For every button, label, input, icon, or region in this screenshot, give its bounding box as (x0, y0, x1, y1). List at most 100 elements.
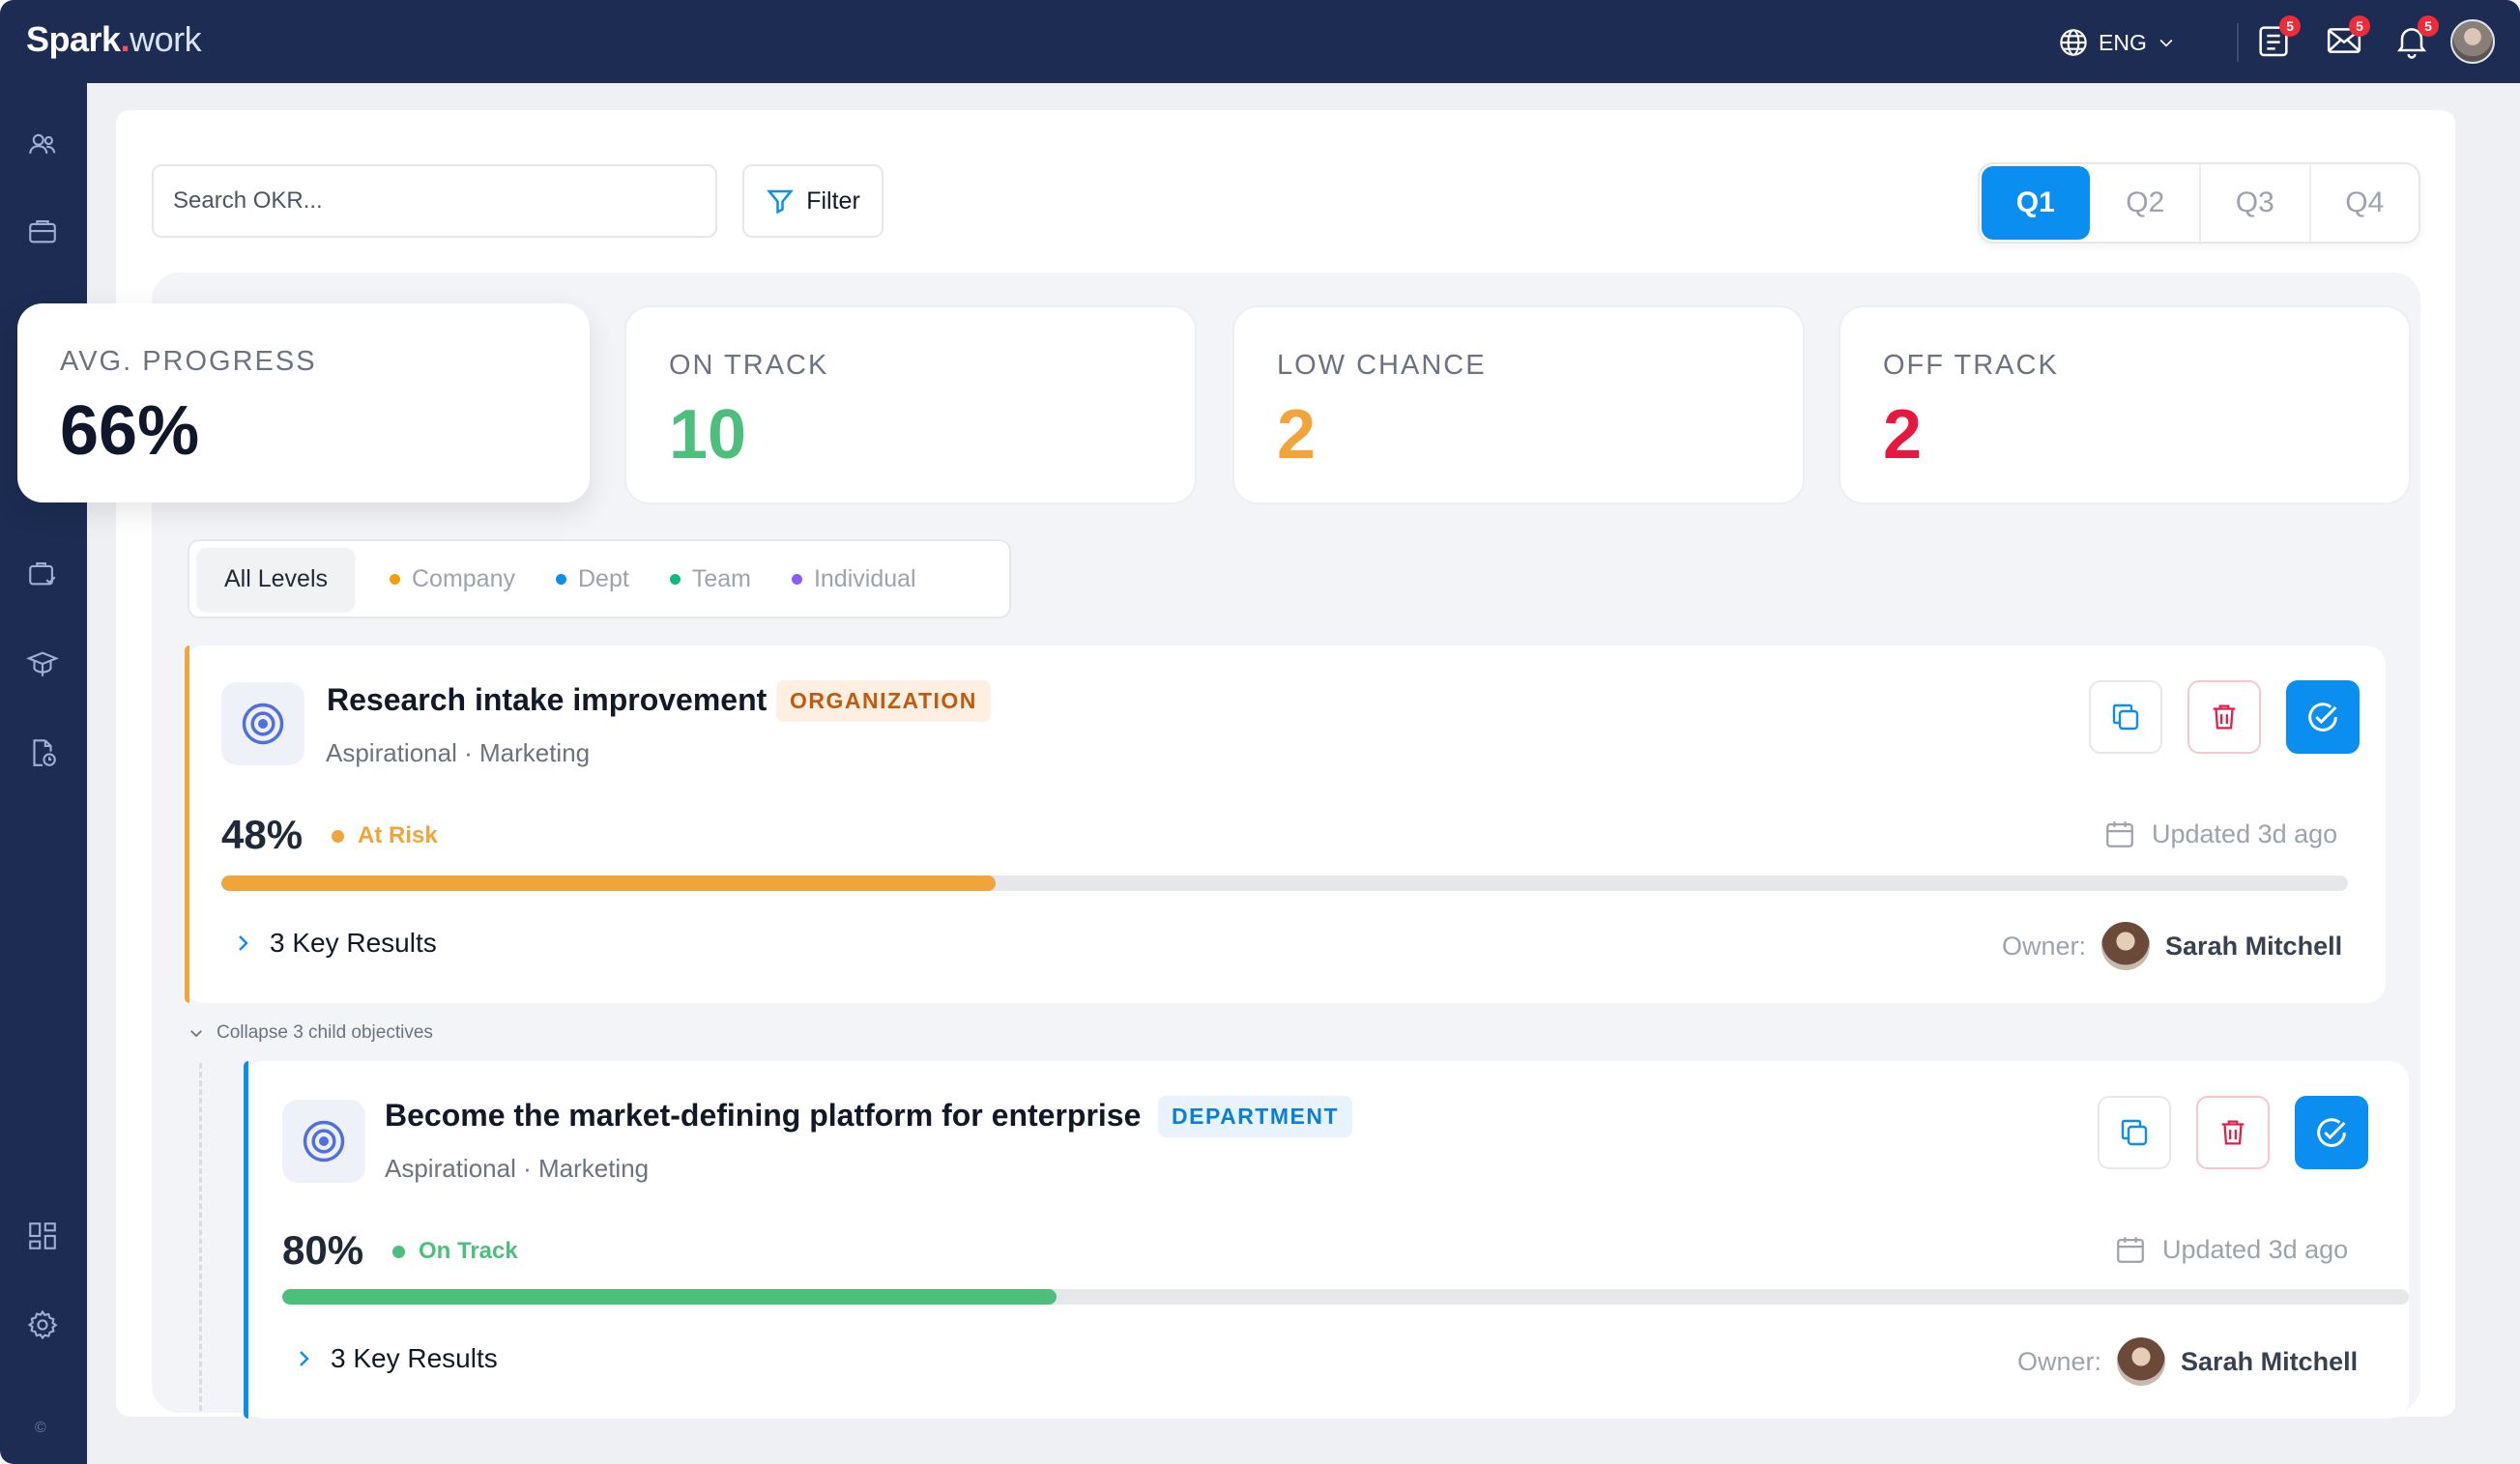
level-dept[interactable]: Dept (550, 565, 635, 593)
level-team[interactable]: Team (664, 565, 757, 593)
stat-value: 2 (1277, 396, 1317, 474)
key-results-toggle[interactable]: 3 Key Results (292, 1343, 498, 1374)
stat-card-off-track: OFF TRACK 2 (1839, 305, 2411, 504)
level-filter: All Levels Company Dept Team Individual (188, 539, 1011, 618)
complete-button[interactable] (2295, 1096, 2368, 1169)
key-results-toggle[interactable]: 3 Key Results (231, 928, 437, 959)
okr-progress-bar (221, 876, 2348, 891)
level-individual[interactable]: Individual (786, 565, 922, 593)
stat-value: 10 (669, 396, 747, 474)
stat-label: AVG. PROGRESS (60, 346, 317, 377)
okr-owner: Owner: Sarah Mitchell (2002, 922, 2342, 970)
top-bar: Spark.work ENG 5 5 5 (0, 0, 2520, 83)
okr-card[interactable]: Become the market-defining platform for … (244, 1061, 2409, 1419)
quarter-selector: Q1 Q2 Q3 Q4 (1978, 162, 2420, 244)
okr-progress-percent: 80% (282, 1227, 364, 1273)
status-dot (332, 829, 344, 843)
trash-icon (2213, 704, 2236, 730)
level-company[interactable]: Company (384, 565, 521, 593)
okr-updated: Updated 3d ago (2114, 1233, 2348, 1266)
sidebar-copyright: © (35, 1420, 46, 1436)
graduation-icon (25, 651, 60, 676)
filter-button[interactable]: Filter (742, 164, 883, 238)
search-placeholder: Search OKR... (173, 187, 323, 214)
document-clock-icon (33, 739, 56, 766)
owner-avatar[interactable] (2101, 922, 2151, 970)
funnel-icon (767, 189, 795, 215)
stat-card-low-chance: LOW CHANCE 2 (1232, 305, 1805, 504)
duplicate-button[interactable] (2098, 1096, 2171, 1169)
globe-icon (2060, 29, 2087, 56)
tab-q3[interactable]: Q3 (2201, 164, 2311, 242)
sidebar-item-reports[interactable] (26, 736, 61, 771)
calendar-icon (2106, 821, 2133, 847)
stat-card-on-track: ON TRACK 10 (624, 305, 1197, 504)
sidebar-item-dashboard[interactable] (26, 1220, 61, 1254)
okr-card[interactable]: Research intake improvement ORGANIZATION… (185, 646, 2386, 1003)
owner-avatar[interactable] (2117, 1337, 2166, 1386)
delete-button[interactable] (2187, 680, 2261, 754)
grid-icon (29, 1222, 56, 1249)
okr-progress-percent: 48% (221, 812, 304, 857)
sidebar-item-tasks[interactable] (26, 557, 61, 591)
okr-level-tag: ORGANIZATION (776, 680, 991, 722)
chevron-down-icon (190, 1030, 202, 1038)
mail-badge: 5 (2349, 15, 2370, 37)
collapse-children-toggle[interactable]: Collapse 3 child objectives (188, 1022, 433, 1044)
sidebar-item-jobs[interactable] (26, 215, 61, 249)
target-icon (282, 1100, 365, 1183)
okr-updated: Updated 3d ago (2103, 818, 2337, 850)
status-dot (392, 1245, 405, 1258)
stat-label: OFF TRACK (1883, 350, 2059, 381)
okr-status: On Track (392, 1238, 518, 1265)
gear-icon (27, 1309, 58, 1340)
tab-q2[interactable]: Q2 (2092, 164, 2201, 242)
mail-button[interactable]: 5 (2324, 15, 2370, 64)
company-dot (390, 573, 400, 585)
language-selector[interactable]: ENG (2058, 26, 2213, 59)
calendar-icon (2117, 1237, 2144, 1263)
sidebar-item-people[interactable] (26, 128, 61, 162)
trash-icon (2221, 1120, 2245, 1145)
stat-card-avg-progress: AVG. PROGRESS 66% (17, 303, 590, 502)
search-input[interactable]: Search OKR... (152, 164, 717, 238)
okr-title: Become the market-defining platform for … (385, 1098, 1142, 1133)
chevron-right-icon (300, 1351, 309, 1366)
tab-q4[interactable]: Q4 (2311, 164, 2419, 242)
user-avatar[interactable] (2450, 19, 2495, 64)
stat-value: 2 (1883, 396, 1923, 474)
tab-q1[interactable]: Q1 (1982, 166, 2090, 240)
app-logo[interactable]: Spark.work (26, 19, 202, 60)
users-icon (29, 133, 56, 155)
language-label: ENG (2099, 29, 2147, 55)
okr-owner: Owner: Sarah Mitchell (2017, 1337, 2358, 1386)
sidebar-item-learning[interactable] (25, 647, 61, 682)
okr-progress-fill (221, 876, 996, 891)
notifications-badge: 5 (2418, 15, 2439, 37)
notifications-button[interactable]: 5 (2392, 15, 2439, 64)
okr-progress-bar (282, 1289, 2409, 1305)
okr-accent (244, 1061, 248, 1419)
chevron-down-icon (2159, 39, 2173, 47)
tasks-button[interactable]: 5 (2254, 15, 2301, 64)
delete-button[interactable] (2196, 1096, 2270, 1169)
okr-level-tag: DEPARTMENT (1158, 1096, 1353, 1137)
okr-meta: Aspirational · Marketing (385, 1154, 650, 1183)
duplicate-button[interactable] (2089, 680, 2162, 754)
briefcase-check-icon (29, 562, 56, 586)
check-circle-icon (2308, 703, 2337, 732)
target-icon (221, 682, 304, 765)
sidebar-item-settings[interactable] (26, 1308, 61, 1343)
tasks-badge: 5 (2279, 15, 2301, 37)
briefcase-icon (29, 220, 56, 244)
copy-icon (2121, 1119, 2148, 1146)
okr-progress-fill (282, 1289, 1057, 1305)
check-circle-icon (2317, 1118, 2346, 1147)
okr-title: Research intake improvement (327, 682, 768, 717)
complete-button[interactable] (2286, 680, 2360, 754)
team-dot (669, 573, 681, 585)
copy-icon (2112, 703, 2139, 731)
okr-meta: Aspirational · Marketing (326, 738, 591, 767)
level-all[interactable]: All Levels (197, 547, 355, 611)
chevron-right-icon (239, 935, 248, 951)
